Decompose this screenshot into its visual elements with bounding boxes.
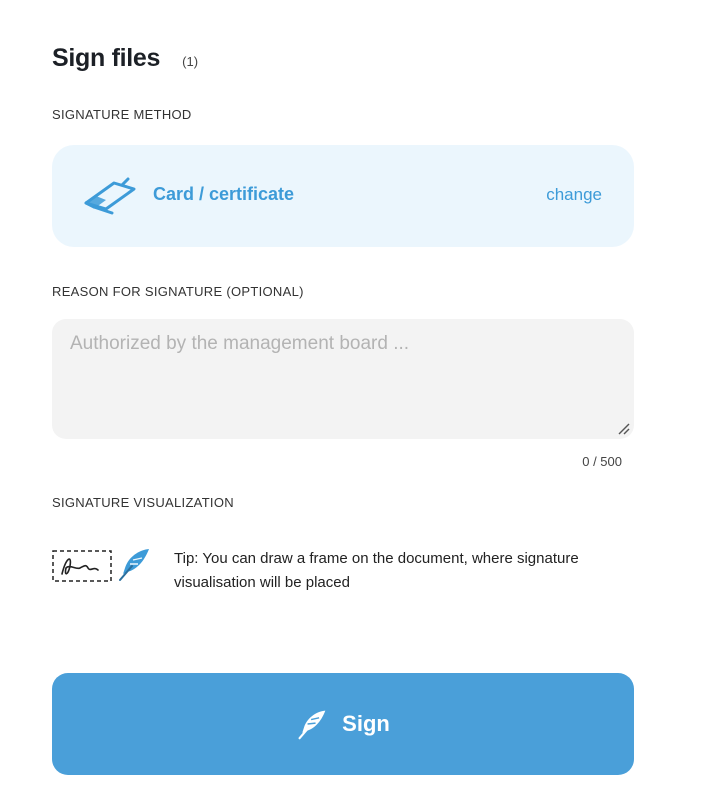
signature-method-label: SIGNATURE METHOD <box>52 107 192 122</box>
signature-frame-icon <box>52 550 112 582</box>
character-counter: 0 / 500 <box>582 454 622 469</box>
feather-pen-icon <box>298 710 326 740</box>
sign-files-panel: Sign files (1) SIGNATURE METHOD Card / c… <box>0 0 706 808</box>
reason-label: REASON FOR SIGNATURE (OPTIONAL) <box>52 284 304 299</box>
reason-input[interactable] <box>52 319 634 439</box>
visualization-tip: Tip: You can draw a frame on the documen… <box>174 550 579 591</box>
sign-button[interactable]: Sign <box>52 673 634 775</box>
header: Sign files (1) <box>52 44 198 73</box>
signature-method-name: Card / certificate <box>153 184 295 204</box>
change-method-link[interactable]: change <box>546 185 602 205</box>
sign-button-label: Sign <box>342 711 390 736</box>
feather-pen-icon <box>119 549 149 581</box>
signature-visualization-label: SIGNATURE VISUALIZATION <box>52 495 234 510</box>
file-count: (1) <box>182 54 199 69</box>
card-reader-icon <box>84 177 136 215</box>
resize-handle-icon[interactable] <box>616 421 630 435</box>
page-title: Sign files <box>52 44 161 72</box>
signature-method-card[interactable]: Card / certificate change <box>52 145 634 247</box>
